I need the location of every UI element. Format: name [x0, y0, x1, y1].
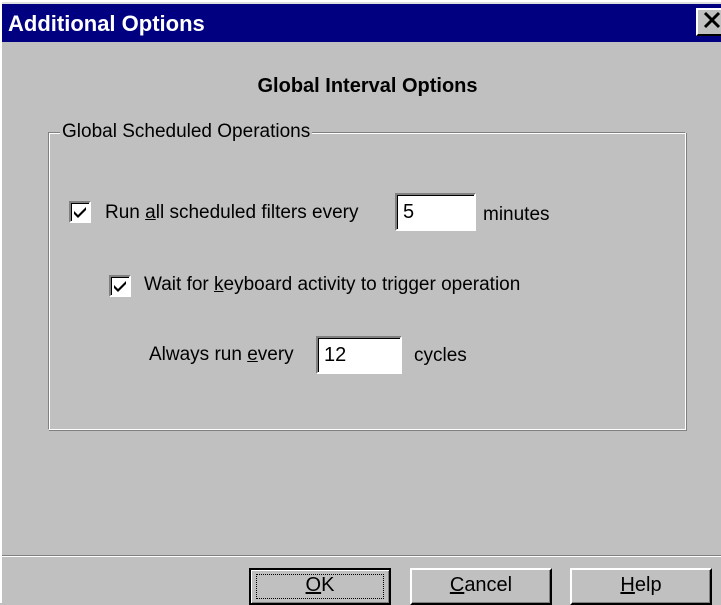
- group-legend: Global Scheduled Operations: [60, 120, 313, 144]
- wait-keyboard-label[interactable]: Wait for keyboard activity to trigger op…: [144, 272, 520, 298]
- run-all-label[interactable]: Run all scheduled filters every: [105, 200, 358, 226]
- cancel-mnemonic: C: [449, 574, 465, 596]
- wait-keyboard-mnemonic: k: [214, 274, 224, 295]
- cancel-button[interactable]: Cancel: [410, 568, 552, 605]
- ok-label-rest: K: [321, 574, 335, 596]
- help-label-rest: elp: [634, 574, 662, 596]
- wait-keyboard-label-post: eyboard activity to trigger operation: [223, 274, 521, 295]
- cycles-input[interactable]: [316, 336, 402, 374]
- cancel-label-rest: ancel: [464, 574, 513, 596]
- ok-button-label: OK: [306, 574, 335, 596]
- always-run-label: Always run every: [149, 342, 294, 368]
- checkmark-icon: [74, 207, 86, 218]
- always-run-mnemonic: e: [247, 344, 258, 365]
- run-all-mnemonic: a: [145, 202, 156, 223]
- ok-button[interactable]: OK: [249, 568, 391, 605]
- cancel-button-label: Cancel: [450, 574, 512, 596]
- additional-options-dialog: Additional Options Global Interval Optio…: [0, 0, 721, 605]
- wait-keyboard-label-pre: Wait for: [144, 274, 215, 295]
- minutes-input[interactable]: [395, 193, 476, 231]
- always-run-label-pre: Always run: [149, 344, 248, 365]
- dialog-heading: Global Interval Options: [257, 75, 478, 97]
- run-all-label-post: ll scheduled filters every: [155, 202, 359, 223]
- checkmark-icon: [114, 281, 126, 292]
- run-all-checkbox[interactable]: [69, 201, 91, 223]
- footer-separator: [2, 555, 721, 557]
- close-button[interactable]: [696, 8, 721, 36]
- help-button-label: Help: [620, 574, 661, 596]
- ok-mnemonic: O: [305, 574, 322, 596]
- run-all-label-pre: Run: [105, 202, 146, 223]
- wait-keyboard-checkbox[interactable]: [109, 275, 131, 297]
- always-run-label-post: very: [257, 344, 294, 365]
- help-button[interactable]: Help: [570, 568, 712, 605]
- help-mnemonic: H: [620, 574, 635, 596]
- title-bar: Additional Options: [2, 2, 721, 42]
- minutes-unit: minutes: [483, 204, 550, 225]
- close-icon: [703, 11, 721, 29]
- window-title: Additional Options: [8, 11, 205, 36]
- cycles-unit: cycles: [414, 345, 467, 366]
